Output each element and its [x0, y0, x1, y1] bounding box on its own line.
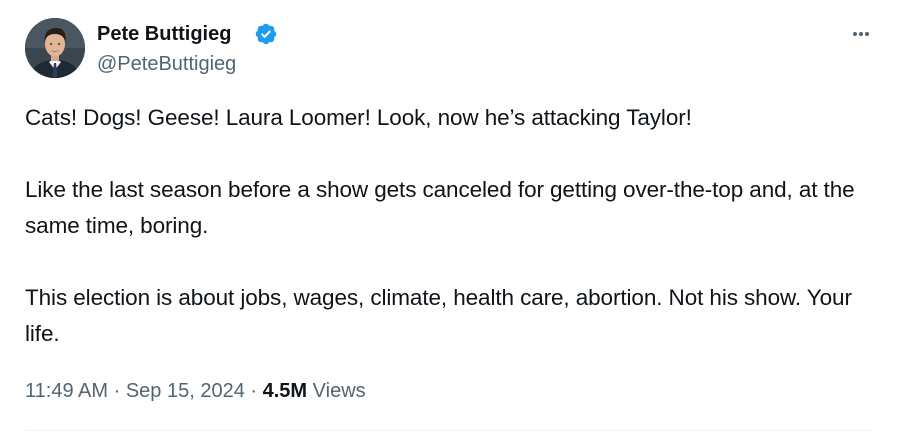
views-label: Views	[312, 380, 366, 402]
tweet-metadata: 11:49 AM · Sep 15, 2024 · 4.5M Views	[25, 377, 366, 405]
profile-photo	[25, 18, 85, 78]
verified-badge-icon[interactable]	[254, 22, 278, 46]
tweet-card: Pete Buttigieg @PeteButtigieg Cats! Dogs…	[0, 0, 898, 444]
views-count: 4.5M	[262, 380, 308, 402]
tweet-time[interactable]: 11:49 AM	[25, 380, 108, 402]
meta-separator: ·	[113, 380, 121, 402]
avatar[interactable]	[25, 18, 85, 78]
author-handle[interactable]: @PeteButtigieg	[97, 52, 236, 76]
tweet-paragraph: This election is about jobs, wages, clim…	[25, 285, 852, 346]
tweet-paragraph: Cats! Dogs! Geese! Laura Loomer! Look, n…	[25, 105, 692, 130]
divider	[25, 430, 873, 431]
more-horizontal-icon[interactable]	[846, 22, 876, 46]
tweet-text: Cats! Dogs! Geese! Laura Loomer! Look, n…	[25, 100, 885, 352]
tweet-date[interactable]: Sep 15, 2024	[126, 380, 245, 402]
author-display-name[interactable]: Pete Buttigieg	[97, 22, 231, 46]
meta-separator: ·	[250, 380, 258, 402]
tweet-paragraph: Like the last season before a show gets …	[25, 177, 855, 238]
